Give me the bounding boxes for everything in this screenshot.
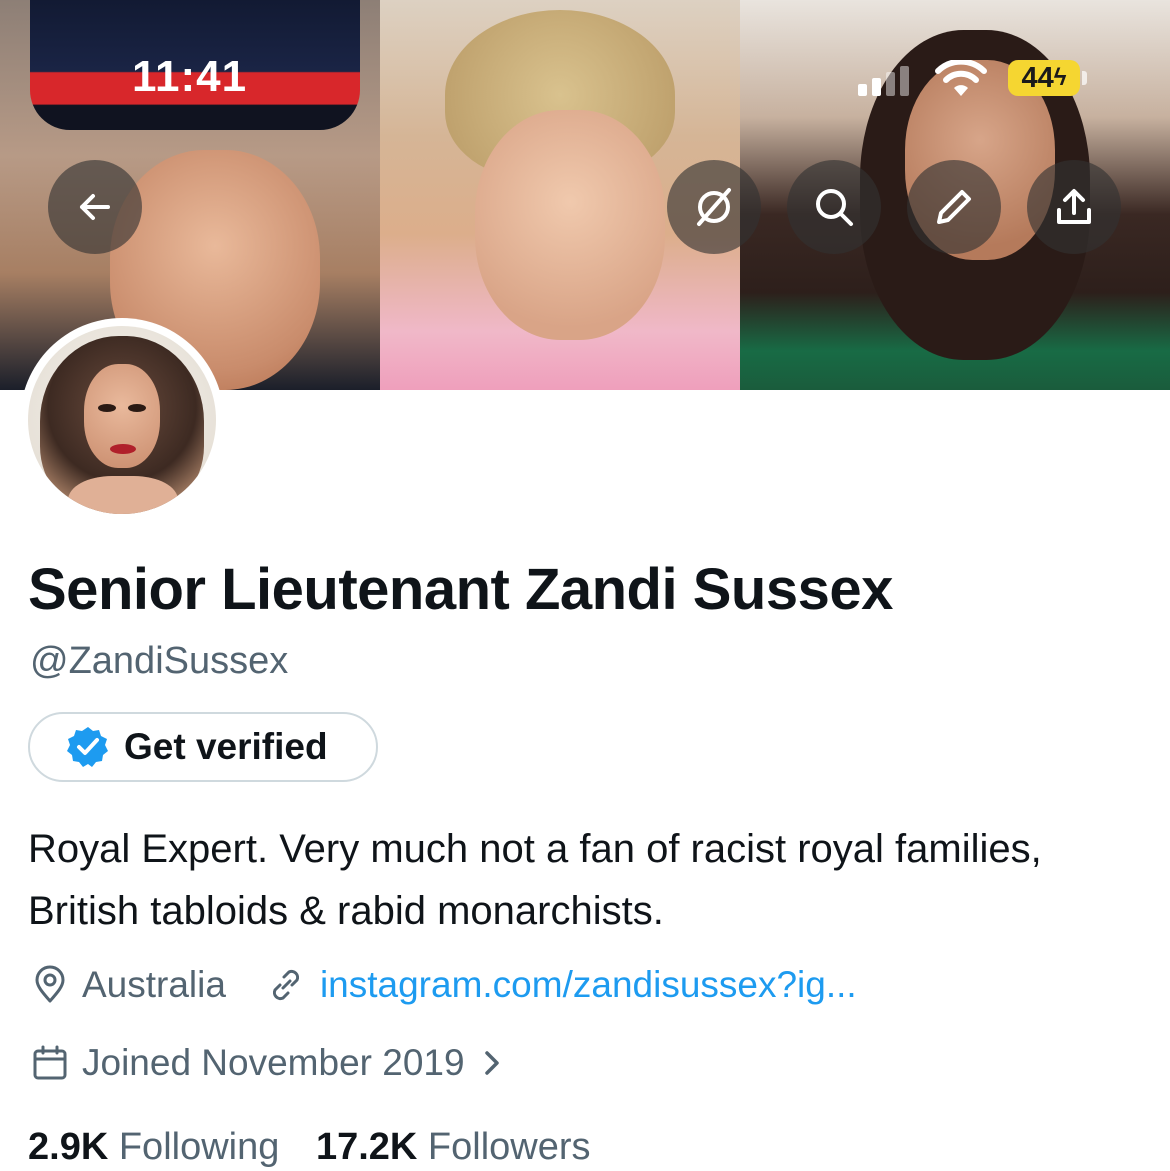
following-count: 2.9K <box>28 1126 109 1168</box>
display-name: Senior Lieutenant Zandi Sussex <box>28 557 893 622</box>
avatar-lips <box>110 444 136 454</box>
get-verified-button[interactable]: Get verified <box>28 712 378 782</box>
cellular-signal-icon <box>858 64 918 96</box>
search-button[interactable] <box>787 160 881 254</box>
share-upload-icon <box>1057 189 1091 224</box>
banner-face-middle <box>475 110 665 340</box>
followers-label: Followers <box>427 1126 591 1168</box>
chevron-right-icon <box>484 1051 499 1075</box>
followers-link[interactable]: 17.2K Followers <box>316 1126 591 1168</box>
avatar-shoulders <box>68 476 178 514</box>
pencil-icon <box>937 190 971 224</box>
search-icon <box>816 189 853 226</box>
joined-row[interactable]: Joined November 2019 <box>30 1042 505 1084</box>
following-link[interactable]: 2.9K Following <box>28 1126 279 1168</box>
wifi-icon <box>935 60 987 96</box>
joined-date: Joined November 2019 <box>82 1042 465 1083</box>
avatar-eye-right <box>128 404 146 412</box>
grok-button[interactable] <box>667 160 761 254</box>
link-icon <box>272 969 299 1001</box>
website-link[interactable]: instagram.com/zandisussex?ig... <box>320 964 857 1006</box>
calendar-icon <box>33 1045 67 1080</box>
location-pin-icon <box>35 965 65 1003</box>
status-time: 11:41 <box>132 52 248 101</box>
follow-counts: 2.9K Following 17.2K Followers <box>28 1126 591 1169</box>
avatar-image <box>28 326 216 514</box>
avatar-eye-left <box>98 404 116 412</box>
followers-count: 17.2K <box>315 1126 418 1168</box>
following-label: Following <box>118 1126 280 1168</box>
battery-tip <box>1082 71 1087 85</box>
share-button[interactable] <box>1027 160 1121 254</box>
profile-bio: Royal Expert. Very much not a fan of rac… <box>28 827 1042 933</box>
location-text: Australia <box>82 964 226 1005</box>
battery-indicator: 44 ϟ <box>1008 60 1080 96</box>
arrow-left-icon <box>80 194 110 220</box>
verified-badge-icon <box>67 727 108 767</box>
profile-avatar[interactable] <box>20 318 224 522</box>
user-handle: @ZandiSussex <box>30 640 289 682</box>
edit-button[interactable] <box>907 160 1001 254</box>
slash-circle-icon <box>697 188 731 226</box>
back-button[interactable] <box>48 160 142 254</box>
battery-level: 44 <box>1021 61 1054 94</box>
location-and-link-row: Australia instagram.com/zandisussex?ig..… <box>30 964 857 1006</box>
get-verified-label: Get verified <box>124 726 328 767</box>
